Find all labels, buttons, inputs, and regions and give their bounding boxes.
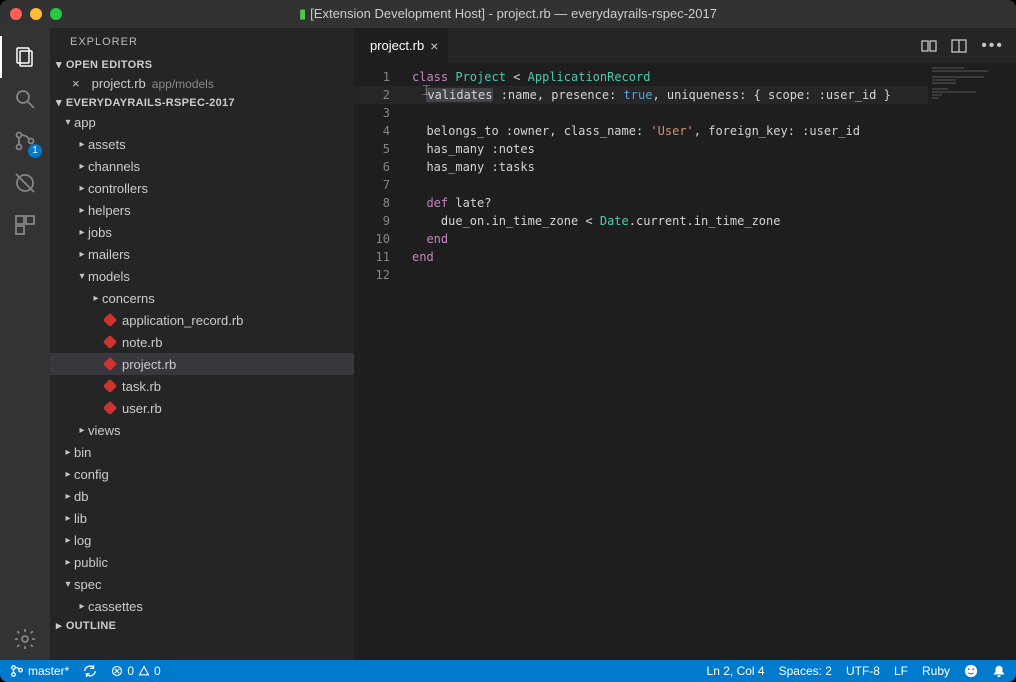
outline-section[interactable]: OUTLINE xyxy=(50,617,354,634)
tree-folder-views[interactable]: views xyxy=(50,419,354,441)
tree-folder-assets[interactable]: assets xyxy=(50,133,354,155)
tree-folder-config[interactable]: config xyxy=(50,463,354,485)
tab-label: project.rb xyxy=(370,38,424,53)
extensions-activity[interactable] xyxy=(0,204,50,246)
activity-bar: 1 xyxy=(0,28,50,660)
editor-actions: ••• xyxy=(921,28,1016,63)
editor-tab[interactable]: project.rb × xyxy=(354,28,449,63)
explorer-sidebar: EXPLORER OPEN EDITORS × project.rb app/m… xyxy=(50,28,354,660)
tree-folder-concerns[interactable]: concerns xyxy=(50,287,354,309)
titlebar: ▮[Extension Development Host] - project.… xyxy=(0,0,1016,28)
eol-status[interactable]: LF xyxy=(894,664,908,678)
bell-icon[interactable] xyxy=(992,664,1006,678)
tree-folder-db[interactable]: db xyxy=(50,485,354,507)
vscode-icon: ▮ xyxy=(299,6,306,21)
text-cursor: ⌶ xyxy=(422,82,430,99)
git-branch-status[interactable]: master* xyxy=(10,664,69,678)
window-controls xyxy=(10,8,62,20)
debug-activity[interactable] xyxy=(0,162,50,204)
code-editor[interactable]: 123456789101112 class Project < Applicat… xyxy=(354,63,1016,660)
encoding-status[interactable]: UTF-8 xyxy=(846,664,880,678)
code-content[interactable]: class Project < ApplicationRecord valida… xyxy=(408,63,928,660)
tree-file-note-rb[interactable]: note.rb xyxy=(50,331,354,353)
tree-folder-public[interactable]: public xyxy=(50,551,354,573)
maximize-window-button[interactable] xyxy=(50,8,62,20)
open-editor-name: project.rb xyxy=(92,76,146,91)
search-activity[interactable] xyxy=(0,78,50,120)
editor-group: project.rb × ••• 123456789101112 class P… xyxy=(354,28,1016,660)
tree-folder-helpers[interactable]: helpers xyxy=(50,199,354,221)
tree-folder-models[interactable]: models xyxy=(50,265,354,287)
more-icon[interactable]: ••• xyxy=(981,37,1004,55)
scm-activity[interactable]: 1 xyxy=(0,120,50,162)
sync-status[interactable] xyxy=(83,664,97,678)
split-editor-icon[interactable] xyxy=(951,38,967,54)
settings-activity[interactable] xyxy=(0,618,50,660)
compare-icon[interactable] xyxy=(921,38,937,54)
indent-status[interactable]: Spaces: 2 xyxy=(779,664,832,678)
language-status[interactable]: Ruby xyxy=(922,664,950,678)
status-bar: master* 0 0 Ln 2, Col 4 Spaces: 2 UTF-8 … xyxy=(0,660,1016,682)
open-editor-path: app/models xyxy=(152,77,214,91)
explorer-title: EXPLORER xyxy=(50,28,354,56)
file-tree: app assetschannelscontrollershelpersjobs… xyxy=(50,111,354,617)
tree-folder-lib[interactable]: lib xyxy=(50,507,354,529)
close-window-button[interactable] xyxy=(10,8,22,20)
tree-folder-cassettes[interactable]: cassettes xyxy=(50,595,354,617)
close-editor-icon[interactable]: × xyxy=(72,76,80,91)
tab-bar: project.rb × ••• xyxy=(354,28,1016,63)
workbench: 1 EXPLORER OPEN EDITORS × project.rb app… xyxy=(0,28,1016,660)
tree-file-application_record-rb[interactable]: application_record.rb xyxy=(50,309,354,331)
tree-folder-jobs[interactable]: jobs xyxy=(50,221,354,243)
feedback-icon[interactable] xyxy=(964,664,978,678)
cursor-position-status[interactable]: Ln 2, Col 4 xyxy=(707,664,765,678)
tree-folder-mailers[interactable]: mailers xyxy=(50,243,354,265)
tree-folder-spec[interactable]: spec xyxy=(50,573,354,595)
tree-folder-app[interactable]: app xyxy=(50,111,354,133)
tree-folder-controllers[interactable]: controllers xyxy=(50,177,354,199)
open-editor-row[interactable]: × project.rb app/models xyxy=(50,73,354,94)
scm-badge: 1 xyxy=(28,144,42,158)
minimize-window-button[interactable] xyxy=(30,8,42,20)
vscode-window: ▮[Extension Development Host] - project.… xyxy=(0,0,1016,682)
tree-file-project-rb[interactable]: project.rb xyxy=(50,353,354,375)
project-section[interactable]: EVERYDAYRAILS-RSPEC-2017 xyxy=(50,94,354,111)
line-gutter: 123456789101112 xyxy=(354,63,408,660)
window-title: ▮[Extension Development Host] - project.… xyxy=(0,6,1016,22)
problems-status[interactable]: 0 0 xyxy=(111,664,160,678)
tree-folder-bin[interactable]: bin xyxy=(50,441,354,463)
tree-folder-log[interactable]: log xyxy=(50,529,354,551)
explorer-activity[interactable] xyxy=(0,36,50,78)
open-editors-section[interactable]: OPEN EDITORS xyxy=(50,56,354,73)
tree-folder-channels[interactable]: channels xyxy=(50,155,354,177)
tree-file-task-rb[interactable]: task.rb xyxy=(50,375,354,397)
tree-file-user-rb[interactable]: user.rb xyxy=(50,397,354,419)
close-tab-icon[interactable]: × xyxy=(430,38,438,54)
minimap[interactable] xyxy=(928,63,1016,660)
